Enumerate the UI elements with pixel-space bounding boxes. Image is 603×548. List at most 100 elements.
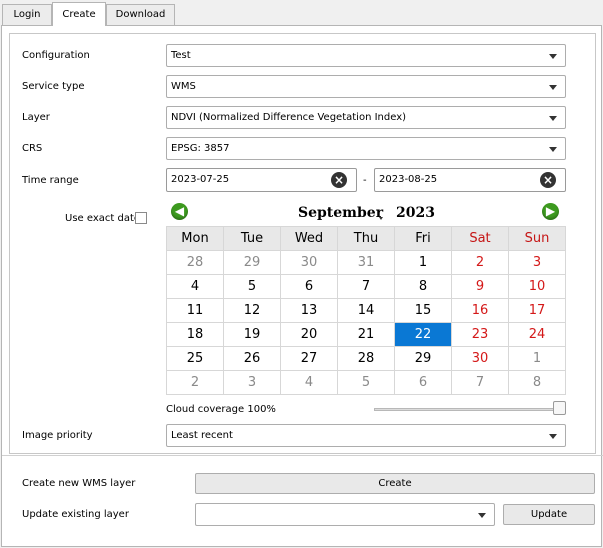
layer-value: NDVI (Normalized Difference Vegetation I… — [171, 112, 407, 123]
calendar-day[interactable]: 27 — [280, 346, 338, 371]
weekday-label: Sun — [508, 226, 566, 251]
calendar-day[interactable]: 4 — [280, 370, 338, 395]
cloud-coverage-label: Cloud coverage 100% — [166, 404, 276, 415]
clear-icon[interactable]: × — [540, 172, 556, 188]
calendar-day[interactable]: 5 — [223, 274, 281, 299]
calendar-day[interactable]: 30 — [451, 346, 509, 371]
calendar-day[interactable]: 6 — [280, 274, 338, 299]
weekday-label: Fri — [394, 226, 452, 251]
calendar-day[interactable]: 5 — [337, 370, 395, 395]
image-priority-label: Image priority — [22, 430, 93, 441]
update-button[interactable]: Update — [503, 504, 595, 525]
calendar-day[interactable]: 9 — [451, 274, 509, 299]
start-date-value: 2023-07-25 — [171, 174, 230, 185]
calendar-day[interactable]: 21 — [337, 322, 395, 347]
calendar-day[interactable]: 7 — [451, 370, 509, 395]
time-range-label: Time range — [22, 175, 79, 186]
calendar-day[interactable]: 31 — [337, 250, 395, 275]
week-row: 11 12 13 14 15 16 17 — [166, 298, 566, 323]
configuration-label: Configuration — [22, 50, 90, 61]
crs-label: CRS — [22, 143, 43, 154]
arrow-right-icon[interactable]: ▶ — [542, 203, 559, 220]
week-row: 18 19 20 21 22 23 24 — [166, 322, 566, 347]
crs-select[interactable]: EPSG: 3857 — [166, 137, 566, 160]
week-row: 28 29 30 31 1 2 3 — [166, 250, 566, 275]
calendar-day[interactable]: 4 — [166, 274, 224, 299]
create-layer-label: Create new WMS layer — [22, 478, 136, 489]
update-layer-label: Update existing layer — [22, 509, 129, 520]
weekday-label: Sat — [451, 226, 509, 251]
calendar-day[interactable]: 28 — [337, 346, 395, 371]
calendar-day[interactable]: 24 — [508, 322, 566, 347]
end-date-value: 2023-08-25 — [379, 174, 438, 185]
configuration-select[interactable]: Test — [166, 44, 566, 67]
create-button[interactable]: Create — [195, 473, 595, 494]
end-date-field[interactable]: 2023-08-25 × — [374, 168, 566, 192]
month-selector[interactable]: September — [298, 205, 383, 221]
week-row: 4 5 6 7 8 9 10 — [166, 274, 566, 299]
cloud-coverage-slider[interactable] — [374, 408, 566, 411]
tab-create[interactable]: Create — [52, 2, 106, 26]
calendar-day[interactable]: 2 — [166, 370, 224, 395]
calendar-day[interactable]: 17 — [508, 298, 566, 323]
chevron-down-icon — [549, 54, 557, 59]
calendar-day[interactable]: 14 — [337, 298, 395, 323]
layer-label: Layer — [22, 112, 50, 123]
date-separator: - — [363, 175, 367, 186]
arrow-left-icon[interactable]: ◀ — [171, 203, 188, 220]
calendar-day[interactable]: 8 — [394, 274, 452, 299]
chevron-down-icon — [549, 85, 557, 90]
calendar-day[interactable]: 8 — [508, 370, 566, 395]
calendar-day[interactable]: 11 — [166, 298, 224, 323]
chevron-down-icon — [549, 116, 557, 121]
service-type-value: WMS — [171, 81, 196, 92]
calendar-day[interactable]: 16 — [451, 298, 509, 323]
image-priority-value: Least recent — [171, 430, 233, 441]
configuration-value: Test — [171, 50, 191, 61]
calendar-day[interactable]: 13 — [280, 298, 338, 323]
service-type-label: Service type — [22, 81, 85, 92]
layer-select[interactable]: NDVI (Normalized Difference Vegetation I… — [166, 106, 566, 129]
calendar-day[interactable]: 2 — [451, 250, 509, 275]
service-type-select[interactable]: WMS — [166, 75, 566, 98]
divider — [2, 455, 603, 456]
weekday-label: Wed — [280, 226, 338, 251]
calendar-day[interactable]: 3 — [508, 250, 566, 275]
calendar-day[interactable]: 15 — [394, 298, 452, 323]
weekday-header-row: Mon Tue Wed Thu Fri Sat Sun — [166, 226, 566, 251]
calendar-day[interactable]: 20 — [280, 322, 338, 347]
calendar-day[interactable]: 3 — [223, 370, 281, 395]
image-priority-select[interactable]: Least recent — [166, 424, 566, 447]
tab-login[interactable]: Login — [2, 4, 52, 25]
calendar-day[interactable]: 6 — [394, 370, 452, 395]
calendar-day-selected[interactable]: 22 — [394, 322, 452, 347]
start-date-field[interactable]: 2023-07-25 × — [166, 168, 357, 192]
calendar-day[interactable]: 7 — [337, 274, 395, 299]
weekday-label: Mon — [166, 226, 224, 251]
calendar-day[interactable]: 18 — [166, 322, 224, 347]
tab-download[interactable]: Download — [106, 4, 175, 25]
calendar-day[interactable]: 12 — [223, 298, 281, 323]
calendar-day[interactable]: 10 — [508, 274, 566, 299]
update-layer-select[interactable] — [195, 503, 495, 526]
calendar-day[interactable]: 19 — [223, 322, 281, 347]
year-selector[interactable]: 2023 — [396, 205, 435, 221]
exact-date-checkbox[interactable] — [135, 212, 147, 224]
week-row: 2 3 4 5 6 7 8 — [166, 370, 566, 395]
calendar-day[interactable]: 28 — [166, 250, 224, 275]
calendar-day[interactable]: 29 — [223, 250, 281, 275]
chevron-down-icon — [549, 434, 557, 439]
calendar-day[interactable]: 1 — [394, 250, 452, 275]
calendar-day[interactable]: 29 — [394, 346, 452, 371]
exact-date-label: Use exact date — [65, 213, 141, 224]
calendar-day[interactable]: 30 — [280, 250, 338, 275]
slider-handle[interactable] — [553, 401, 566, 415]
calendar-day[interactable]: 1 — [508, 346, 566, 371]
weekday-label: Thu — [337, 226, 395, 251]
calendar-day[interactable]: 25 — [166, 346, 224, 371]
calendar-grid: Mon Tue Wed Thu Fri Sat Sun 28 29 30 31 … — [166, 226, 566, 395]
clear-icon[interactable]: × — [331, 172, 347, 188]
calendar-day[interactable]: 26 — [223, 346, 281, 371]
calendar-day[interactable]: 23 — [451, 322, 509, 347]
week-row: 25 26 27 28 29 30 1 — [166, 346, 566, 371]
